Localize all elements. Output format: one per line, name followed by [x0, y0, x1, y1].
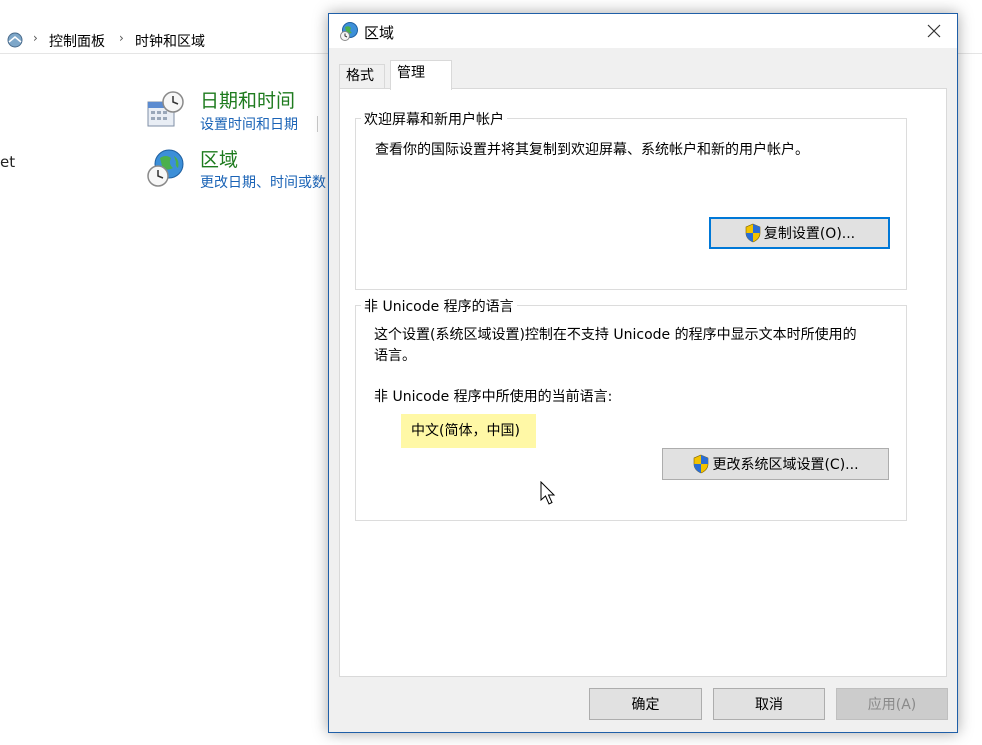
category-region-link[interactable]: 更改日期、时间或数 — [200, 172, 326, 192]
dialog-titlebar[interactable]: 区域 — [329, 14, 957, 48]
change-system-locale-label: 更改系统区域设置(C)... — [712, 457, 859, 473]
category-date-time-title[interactable]: 日期和时间 — [200, 86, 295, 113]
copy-settings-button[interactable]: 复制设置(O)... — [709, 217, 890, 249]
uac-shield-icon — [694, 454, 709, 474]
current-language-label: 非 Unicode 程序中所使用的当前语言: — [374, 389, 613, 405]
ok-button[interactable]: 确定 — [589, 688, 702, 720]
dialog-title: 区域 — [364, 24, 395, 42]
tab-formats[interactable]: 格式 — [339, 64, 385, 89]
chevron-right-icon: › — [33, 31, 38, 45]
globe-icon — [340, 22, 358, 41]
welcome-group-description: 查看你的国际设置并将其复制到欢迎屏幕、系统帐户和新的用户帐户。 — [375, 142, 809, 158]
copy-settings-label: 复制设置(O)... — [763, 226, 856, 242]
category-region-title[interactable]: 区域 — [200, 145, 238, 172]
breadcrumb-control-panel[interactable]: 控制面板 — [49, 31, 105, 51]
region-dialog: 区域 格式 管理 欢迎屏幕和新用户帐户 查看你的国际设置并将其复制到欢迎屏幕、系… — [328, 13, 958, 733]
non-unicode-description-line1: 这个设置(系统区域设置)控制在不支持 Unicode 的程序中显示文本时所使用的 — [374, 327, 857, 343]
category-date-time-link[interactable]: 设置时间和日期 — [200, 114, 298, 134]
sidebar-fragment: et — [0, 153, 16, 171]
globe-clock-icon — [147, 149, 184, 187]
close-icon — [927, 24, 941, 38]
breadcrumb-clock-region[interactable]: 时钟和区域 — [135, 31, 205, 51]
tab-page-administrative: 欢迎屏幕和新用户帐户 查看你的国际设置并将其复制到欢迎屏幕、系统帐户和新的用户帐… — [339, 88, 947, 677]
link-separator — [317, 116, 318, 132]
cancel-button[interactable]: 取消 — [713, 688, 825, 720]
apply-button[interactable]: 应用(A) — [836, 688, 948, 720]
welcome-screen-group: 欢迎屏幕和新用户帐户 查看你的国际设置并将其复制到欢迎屏幕、系统帐户和新的用户帐… — [355, 109, 907, 290]
calendar-clock-icon — [147, 91, 184, 127]
non-unicode-group-legend: 非 Unicode 程序的语言 — [361, 296, 517, 316]
change-system-locale-button[interactable]: 更改系统区域设置(C)... — [662, 448, 889, 480]
chevron-right-icon: › — [119, 31, 124, 45]
current-language-value: 中文(简体，中国) — [411, 423, 520, 439]
close-button[interactable] — [911, 14, 957, 48]
mouse-cursor-icon — [540, 481, 556, 505]
control-panel-icon — [7, 32, 23, 48]
tab-administrative[interactable]: 管理 — [390, 60, 452, 90]
welcome-group-legend: 欢迎屏幕和新用户帐户 — [361, 109, 507, 129]
uac-shield-icon — [745, 223, 761, 243]
non-unicode-description-line2: 语言。 — [374, 348, 416, 364]
